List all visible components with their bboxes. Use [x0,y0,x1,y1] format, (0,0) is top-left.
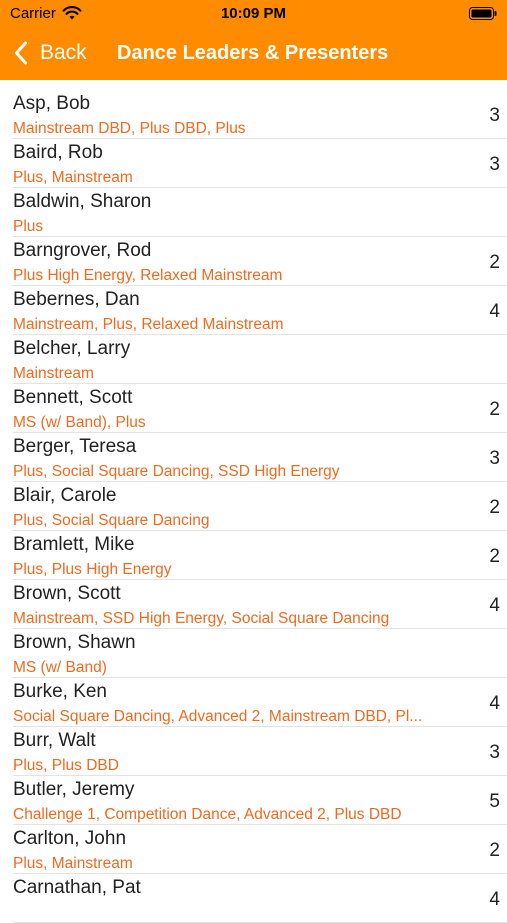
list-item[interactable]: Bennett, Scott MS (w/ Band), Plus 2 [0,384,507,433]
list-item[interactable]: Carnathan, Pat 4 [0,874,507,923]
list-item[interactable]: Asp, Bob Mainstream DBD, Plus DBD, Plus … [0,90,507,139]
list-item[interactable]: Bebernes, Dan Mainstream, Plus, Relaxed … [0,286,507,335]
leader-levels: Plus [13,218,44,235]
leader-name: Bennett, Scott [13,387,133,408]
leader-name: Brown, Scott [13,583,121,604]
leader-name: Burr, Walt [13,730,96,751]
leader-levels: Mainstream DBD, Plus DBD, Plus [13,120,246,137]
event-count: 4 [489,595,500,616]
leader-levels: Mainstream [13,365,94,382]
leader-name: Blair, Carole [13,485,117,506]
chevron-left-icon [15,41,27,65]
list-item[interactable]: Baldwin, Sharon Plus [0,188,507,237]
leader-name: Baldwin, Sharon [13,191,152,212]
event-count: 4 [489,889,500,910]
event-count: 2 [489,399,500,420]
battery-icon [469,7,497,20]
header: Carrier 10:09 PM Back Dance Leaders & Pr… [0,0,507,80]
leader-levels: MS (w/ Band), Plus [13,414,146,431]
leader-levels: Plus, Mainstream [13,855,133,872]
event-count: 2 [489,840,500,861]
list-item[interactable]: Blair, Carole Plus, Social Square Dancin… [0,482,507,531]
list-item[interactable]: Baird, Rob Plus, Mainstream 3 [0,139,507,188]
list-item[interactable]: Brown, Shawn MS (w/ Band) [0,629,507,678]
list-item[interactable]: Brown, Scott Mainstream, SSD High Energy… [0,580,507,629]
leaders-list: Asp, Bob Mainstream DBD, Plus DBD, Plus … [0,90,507,923]
status-bar: Carrier 10:09 PM [0,0,507,28]
leader-levels: Mainstream, SSD High Energy, Social Squa… [13,610,390,627]
leader-levels: Plus High Energy, Relaxed Mainstream [13,267,283,284]
leader-name: Bramlett, Mike [13,534,135,555]
clock: 10:09 PM [220,5,287,22]
leader-levels: Plus, Social Square Dancing [13,512,210,529]
event-count: 3 [489,154,500,175]
event-count: 3 [489,742,500,763]
leader-levels: Challenge 1, Competition Dance, Advanced… [13,806,402,823]
leader-name: Barngrover, Rod [13,240,152,261]
event-count: 3 [489,448,500,469]
list-item[interactable]: Bramlett, Mike Plus, Plus High Energy 2 [0,531,507,580]
leader-name: Butler, Jeremy [13,779,135,800]
leader-name: Burke, Ken [13,681,107,702]
list-item[interactable]: Burr, Walt Plus, Plus DBD 3 [0,727,507,776]
back-label: Back [40,41,87,64]
leader-levels: MS (w/ Band) [13,659,107,676]
list-item[interactable]: Belcher, Larry Mainstream [0,335,507,384]
event-count: 2 [489,252,500,273]
leader-levels: Plus, Plus DBD [13,757,119,774]
list-item[interactable]: Berger, Teresa Plus, Social Square Danci… [0,433,507,482]
back-button[interactable]: Back [14,36,87,70]
leader-name: Carlton, John [13,828,127,849]
leader-name: Asp, Bob [13,93,91,114]
leader-name: Baird, Rob [13,142,103,163]
list-item[interactable]: Burke, Ken Social Square Dancing, Advanc… [0,678,507,727]
event-count: 4 [489,301,500,322]
list-item[interactable]: Barngrover, Rod Plus High Energy, Relaxe… [0,237,507,286]
page-title: Dance Leaders & Presenters [117,42,389,64]
leader-name: Brown, Shawn [13,632,136,653]
event-count: 2 [489,497,500,518]
list-item[interactable]: Carlton, John Plus, Mainstream 2 [0,825,507,874]
event-count: 5 [489,791,500,812]
event-count: 2 [489,546,500,567]
leader-name: Carnathan, Pat [13,877,141,898]
event-count: 4 [489,693,500,714]
navigation-bar: Back Dance Leaders & Presenters [0,28,507,80]
leader-levels: Plus, Plus High Energy [13,561,172,578]
event-count: 3 [489,105,500,126]
leader-levels: Mainstream, Plus, Relaxed Mainstream [13,316,284,333]
leader-name: Bebernes, Dan [13,289,140,310]
leader-levels: Plus, Social Square Dancing, SSD High En… [13,463,340,480]
leader-name: Belcher, Larry [13,338,131,359]
leader-name: Berger, Teresa [13,436,137,457]
leader-levels: Plus, Mainstream [13,169,133,186]
list-item[interactable]: Butler, Jeremy Challenge 1, Competition … [0,776,507,825]
leader-levels: Social Square Dancing, Advanced 2, Mains… [13,708,423,725]
